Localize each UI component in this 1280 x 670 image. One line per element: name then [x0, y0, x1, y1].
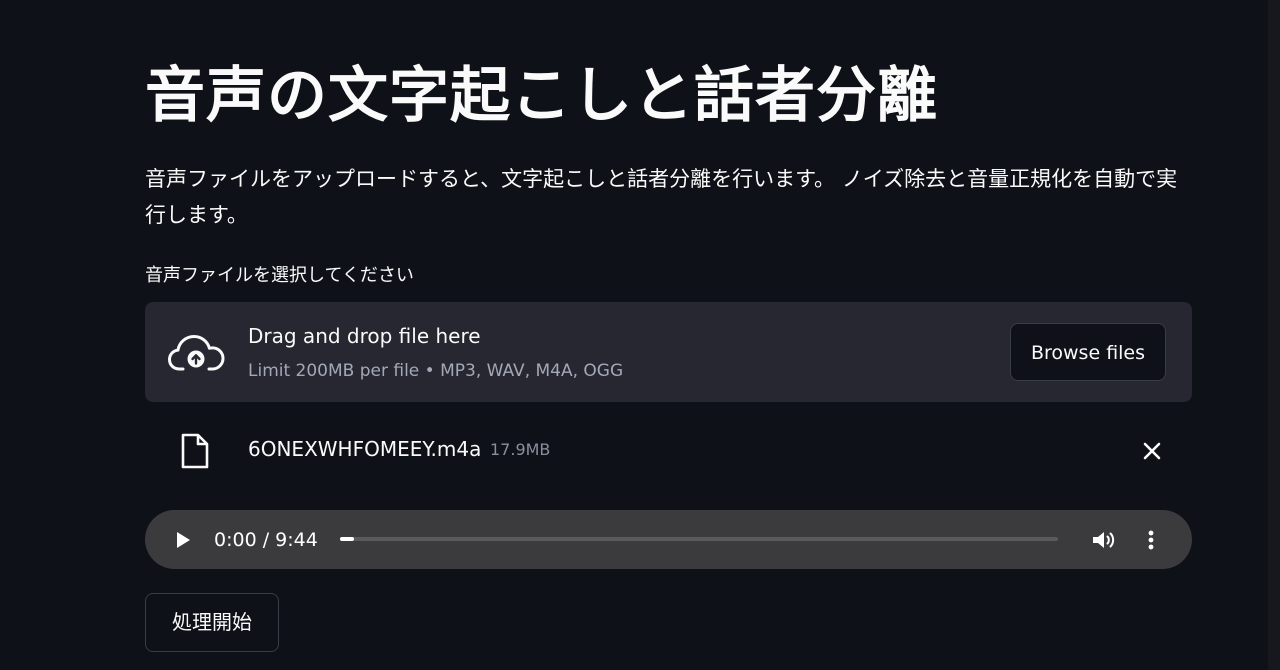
close-icon — [1135, 442, 1169, 471]
uploaded-file-name: 6ONEXWHFOMEEY.m4a — [248, 437, 482, 461]
dropzone-limit-text: Limit 200MB per file • MP3, WAV, M4A, OG… — [248, 361, 624, 381]
uploaded-file-size: 17.9MB — [490, 440, 551, 459]
progress-fill — [340, 537, 354, 541]
progress-slider[interactable] — [340, 537, 1058, 541]
dropzone-title: Drag and drop file here — [248, 324, 481, 348]
uploader-label: 音声ファイルを選択してください — [145, 265, 414, 286]
file-dropzone[interactable]: Drag and drop file here Limit 200MB per … — [145, 302, 1192, 402]
app-page: 音声の文字起こしと話者分離 音声ファイルをアップロードすると、文字起こしと話者分… — [0, 0, 1280, 670]
volume-button[interactable] — [1089, 526, 1117, 554]
play-icon — [169, 532, 197, 557]
remove-file-button[interactable] — [1135, 434, 1169, 468]
play-button[interactable] — [169, 526, 197, 554]
time-display: 0:00 / 9:44 — [214, 529, 318, 551]
more-vertical-icon — [1141, 530, 1161, 557]
more-options-button[interactable] — [1141, 526, 1161, 554]
volume-icon — [1089, 532, 1117, 557]
page-title: 音声の文字起こしと話者分離 — [145, 61, 938, 131]
start-processing-button[interactable]: 処理開始 — [145, 593, 279, 652]
file-icon — [180, 432, 210, 470]
page-description: 音声ファイルをアップロードすると、文字起こしと話者分離を行います。 ノイズ除去と… — [145, 167, 1178, 227]
browse-files-button[interactable]: Browse files — [1010, 323, 1166, 381]
cloud-upload-icon — [167, 332, 225, 374]
uploaded-file-row: 6ONEXWHFOMEEY.m4a 17.9MB — [145, 420, 1192, 480]
scrollbar[interactable] — [1268, 0, 1280, 670]
audio-player: 0:00 / 9:44 — [145, 510, 1192, 569]
